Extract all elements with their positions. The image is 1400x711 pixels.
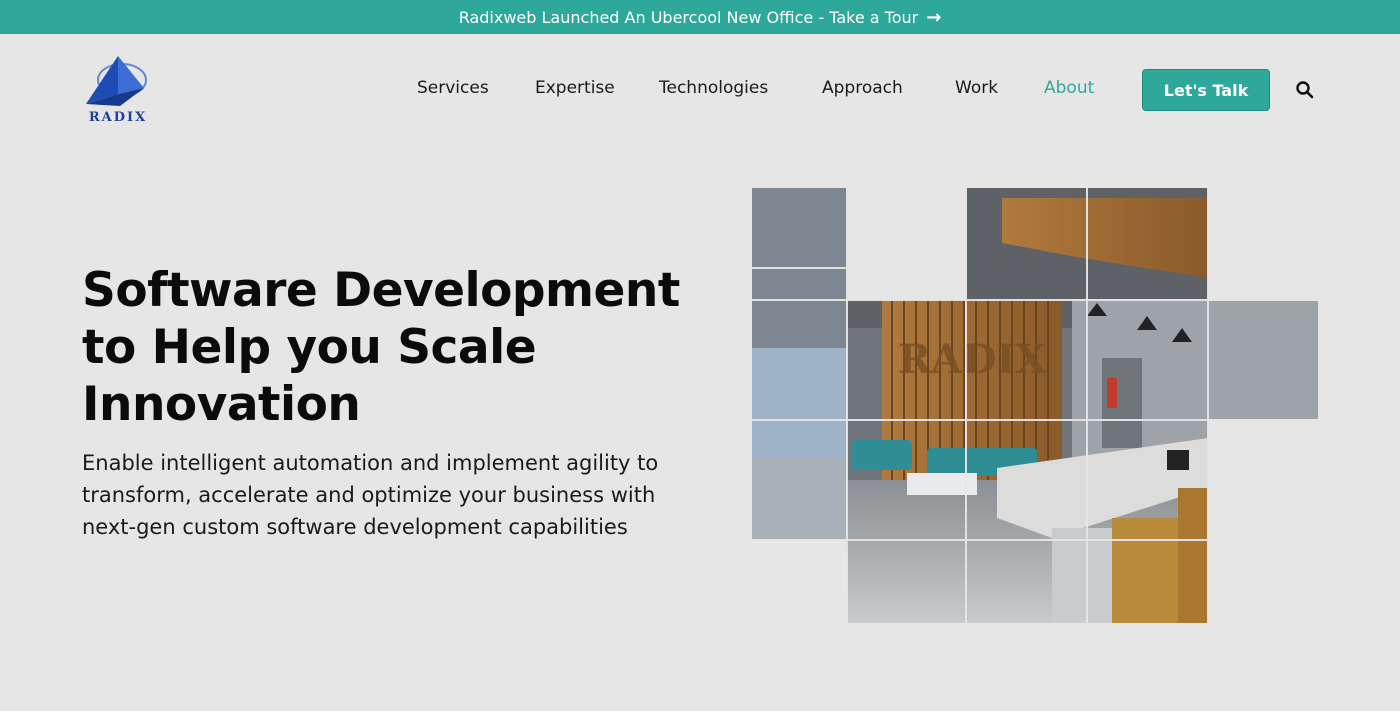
arrow-right-icon: → [926,6,942,28]
hero-title: Software Development to Help you Scale I… [82,263,680,432]
logo-wordmark: RADIX [88,110,148,125]
nav-item-approach[interactable]: Approach [822,78,903,98]
announcement-text[interactable]: Radixweb Launched An Ubercool New Office… [459,8,919,27]
wall-sign-text: RADIX [898,336,1047,383]
nav-item-expertise[interactable]: Expertise [535,78,615,98]
nav-item-services[interactable]: Services [417,78,489,98]
hero-subtitle: Enable intelligent automation and implem… [82,451,659,539]
nav-item-work[interactable]: Work [955,78,998,98]
office-image-mosaic: RADIX [752,188,1318,623]
announcement-bar[interactable]: Radixweb Launched An Ubercool New Office… [0,0,1400,34]
pyramid-logo-icon [86,56,147,106]
nav-item-about[interactable]: About [1044,78,1094,98]
office-photo: RADIX [752,188,1318,623]
lets-talk-button[interactable]: Let's Talk [1142,69,1270,111]
nav-item-technologies[interactable]: Technologies [659,78,768,98]
radix-logo[interactable]: RADIX [82,54,154,128]
search-icon[interactable] [1295,80,1315,100]
